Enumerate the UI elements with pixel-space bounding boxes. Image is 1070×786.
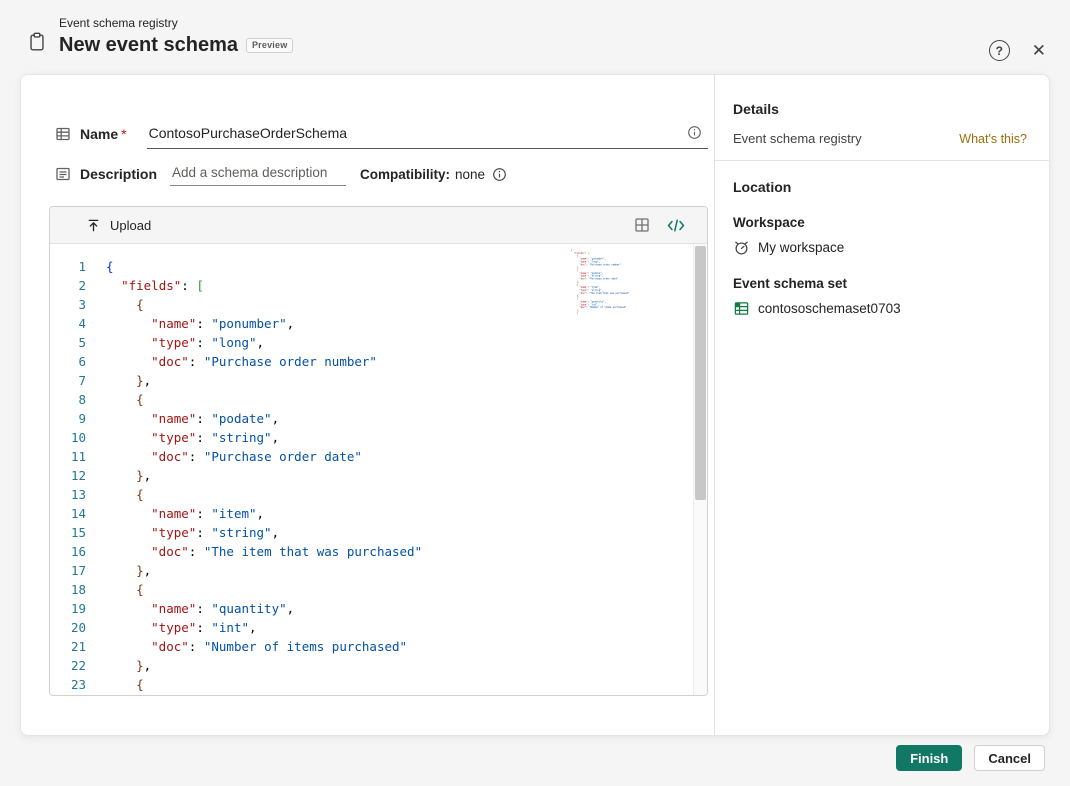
help-button[interactable]: ? — [988, 40, 1010, 61]
compatibility-info-icon[interactable] — [492, 167, 507, 182]
workspace-icon — [733, 239, 750, 256]
compatibility-group: Compatibility: none — [360, 167, 507, 182]
schema-set-icon — [733, 300, 750, 317]
upload-label: Upload — [110, 217, 152, 233]
header-titles: Event schema registry New event schema P… — [59, 16, 294, 61]
upload-icon — [86, 218, 101, 233]
editor-toolbar: Upload — [50, 207, 707, 244]
minimap-content: { "fields": [ { "name": "ponumber", "typ… — [571, 249, 630, 315]
editor-body: 1 2 3 4 5 6 7 8 9 10 11 12 13 14 15 16 17 18 19 20 21 22 23 { … — [50, 244, 707, 695]
schema-set-label: Event schema set — [733, 276, 848, 291]
page-title: New event schema — [59, 34, 238, 56]
description-field-icon — [55, 166, 71, 182]
schema-editor-panel: Upload 1 2 3 4 5 6 7 8 9 10 11 12 13 14 … — [49, 206, 708, 696]
name-field-row: Name * — [55, 119, 708, 149]
minimap[interactable]: { "fields": [ { "name": "ponumber", "typ… — [571, 249, 689, 361]
name-input-wrap — [146, 119, 708, 149]
dialog-header: Event schema registry New event schema P… — [26, 16, 1046, 61]
compatibility-label: Compatibility: — [360, 166, 451, 182]
details-divider — [715, 160, 1049, 161]
schema-set-value: contososchemaset0703 — [758, 301, 901, 316]
code-view-icon — [667, 218, 685, 233]
description-label: Description — [80, 166, 158, 182]
editor-scrollbar — [693, 244, 707, 695]
workspace-row: My workspace — [733, 239, 1027, 256]
description-input[interactable] — [170, 162, 347, 186]
workspace-value: My workspace — [758, 240, 845, 255]
upload-button[interactable]: Upload — [86, 218, 151, 233]
location-title: Location — [733, 179, 792, 195]
name-info-icon[interactable] — [687, 125, 702, 140]
whats-this-link[interactable]: What's this? — [959, 132, 1027, 146]
description-field-row: Description Compatibility: none — [55, 162, 708, 186]
grid-view-icon — [634, 217, 650, 233]
details-type-label: Event schema registry — [733, 131, 862, 146]
schema-set-row: contososchemaset0703 — [733, 300, 1027, 317]
details-title: Details — [733, 101, 779, 117]
editor-scrollbar-thumb[interactable] — [695, 246, 706, 500]
details-panel: Details Event schema registry What's thi… — [715, 75, 1049, 735]
workspace-label: Workspace — [733, 215, 805, 230]
dialog-card: Name * Description — [20, 74, 1050, 736]
breadcrumb: Event schema registry — [59, 16, 178, 30]
event-schema-registry-icon — [26, 31, 48, 61]
code-view-button[interactable] — [667, 218, 685, 233]
table-view-button[interactable] — [634, 217, 650, 233]
finish-button[interactable]: Finish — [896, 745, 963, 771]
name-required-mark: * — [121, 126, 127, 142]
name-field-icon — [55, 126, 71, 142]
compatibility-value: none — [455, 166, 486, 182]
form-panel: Name * Description — [21, 75, 714, 735]
details-type-row: Event schema registry What's this? — [733, 131, 1027, 146]
cancel-button[interactable]: Cancel — [974, 745, 1045, 771]
close-icon[interactable]: ✕ — [1032, 42, 1046, 59]
line-numbers: 1 2 3 4 5 6 7 8 9 10 11 12 13 14 15 16 17 18 19 20 21 22 23 — [70, 259, 86, 692]
dialog-footer: Finish Cancel — [896, 745, 1045, 771]
name-input[interactable] — [148, 124, 687, 141]
name-label: Name — [80, 126, 119, 142]
preview-badge: Preview — [245, 38, 294, 53]
